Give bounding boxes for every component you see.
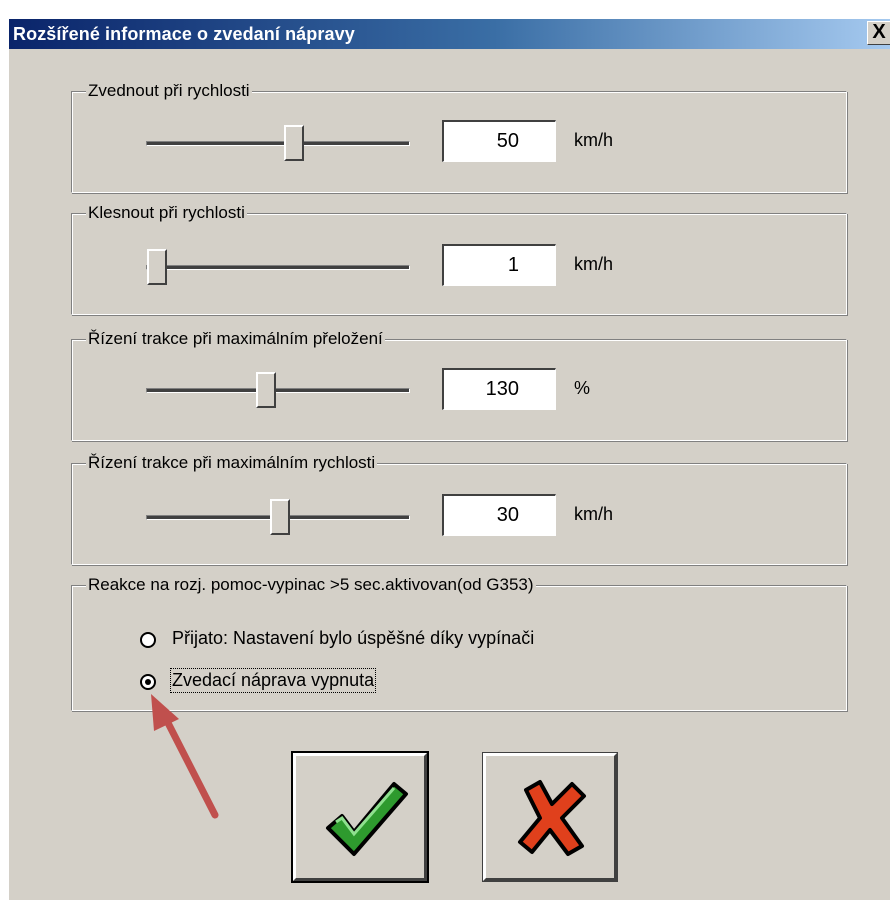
green-checkmark-icon: [326, 782, 408, 856]
group-traction-max-load: Řízení trakce při maximálním přeložení 1…: [71, 329, 847, 441]
radio-label: Zvedací náprava vypnuta: [169, 668, 377, 693]
unit-label: km/h: [574, 254, 614, 274]
group-legend: Reakce na rozj. pomoc-vypinac >5 sec.akt…: [86, 575, 536, 595]
close-button[interactable]: X: [867, 21, 890, 45]
group-legend: Řízení trakce při maximálním přeložení: [86, 329, 385, 349]
traction-input[interactable]: 130: [442, 368, 556, 410]
slider-thumb[interactable]: [147, 249, 167, 285]
title-bar: Rozšířené informace o zvedaní nápravy X: [9, 19, 890, 49]
slider-track[interactable]: [146, 388, 410, 393]
red-x-icon: [518, 780, 586, 856]
group-drop-speed: Klesnout při rychlosti 1 km/h: [71, 203, 847, 315]
unit-label: %: [574, 378, 591, 398]
traction-speed-input[interactable]: 30: [442, 494, 556, 536]
slider-track[interactable]: [146, 265, 410, 270]
slider-thumb[interactable]: [284, 125, 304, 161]
group-traction-max-speed: Řízení trakce při maximálním rychlosti 3…: [71, 453, 847, 565]
group-legend: Zvednout při rychlosti: [86, 81, 252, 101]
speed-input[interactable]: 1: [442, 244, 556, 286]
cancel-button[interactable]: [482, 752, 618, 882]
group-legend: Řízení trakce při maximálním rychlosti: [86, 453, 378, 473]
group-legend: Klesnout při rychlosti: [86, 203, 247, 223]
dialog-window: Rozšířené informace o zvedaní nápravy X …: [8, 18, 890, 900]
radio-label: Přijato: Nastavení bylo úspěšné díky vyp…: [172, 628, 535, 648]
ok-button[interactable]: [291, 751, 429, 883]
slider-thumb[interactable]: [270, 499, 290, 535]
window-title: Rozšířené informace o zvedaní nápravy: [13, 24, 355, 44]
speed-input[interactable]: 50: [442, 120, 556, 162]
radio-button-unchecked[interactable]: [140, 632, 156, 648]
slider-track[interactable]: [146, 141, 410, 146]
unit-label: km/h: [574, 130, 614, 150]
slider-thumb[interactable]: [256, 372, 276, 408]
group-lift-speed: Zvednout při rychlosti 50 km/h: [71, 81, 847, 193]
unit-label: km/h: [574, 504, 614, 524]
radio-button-checked[interactable]: [140, 674, 156, 690]
group-reaction: Reakce na rozj. pomoc-vypinac >5 sec.akt…: [71, 575, 847, 711]
